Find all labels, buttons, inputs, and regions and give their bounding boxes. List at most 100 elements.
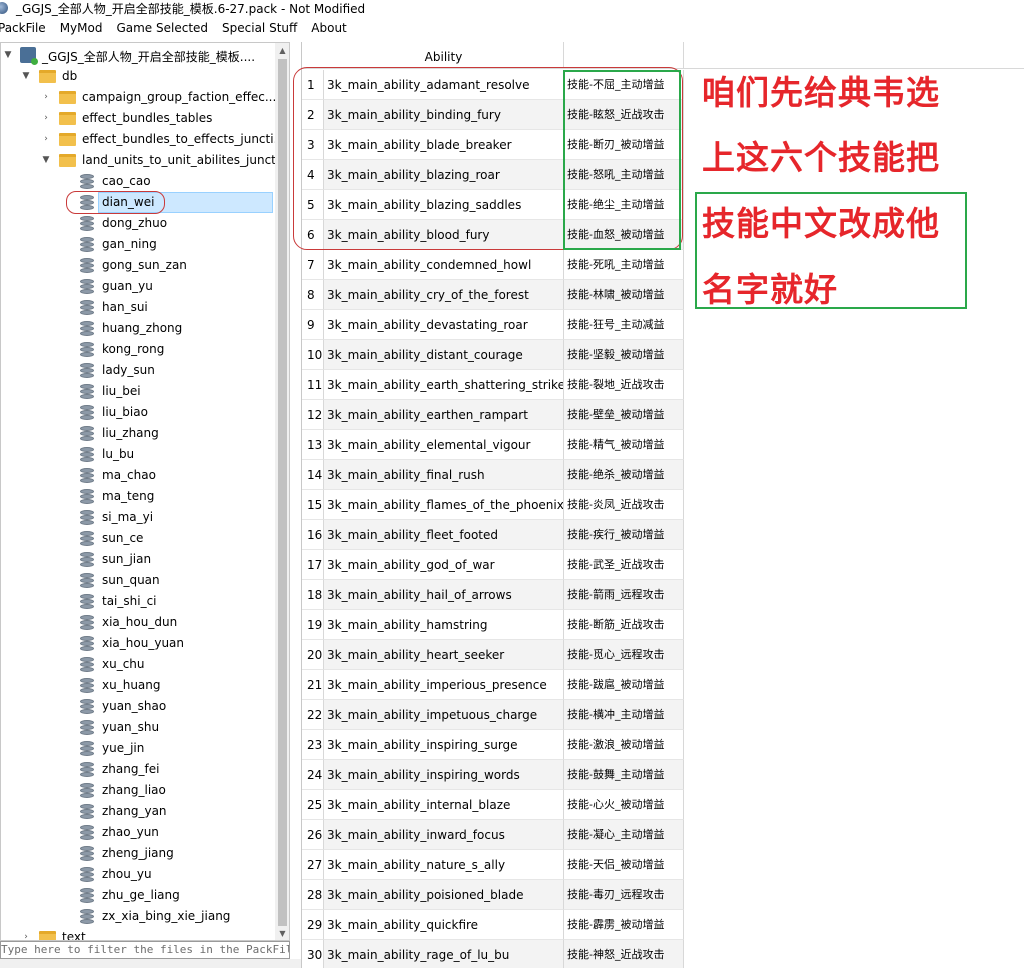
table-row[interactable]: 10 3k_main_ability_distant_courage 技能-坚毅_被… [302, 340, 1024, 370]
tree-table-item[interactable]: zhang_fei [1, 759, 275, 780]
cell-chinese-name[interactable]: 技能-绝尘_主动增益 [564, 190, 684, 220]
cell-chinese-name[interactable]: 技能-天侣_被动增益 [564, 850, 684, 880]
cell-ability[interactable]: 3k_main_ability_poisioned_blade [324, 880, 564, 910]
cell-ability[interactable]: 3k_main_ability_hamstring [324, 610, 564, 640]
tree-table-item[interactable]: xia_hou_yuan [1, 633, 275, 654]
cell-ability[interactable]: 3k_main_ability_distant_courage [324, 340, 564, 370]
tree-folder-db[interactable]: ▼ db [1, 66, 275, 87]
tree-table-item[interactable]: zhang_yan [1, 801, 275, 822]
chevron-right-icon[interactable]: › [41, 113, 51, 123]
tree-table-item[interactable]: ma_teng [1, 486, 275, 507]
tree-table-item[interactable]: dong_zhuo [1, 213, 275, 234]
table-row[interactable]: 11 3k_main_ability_earth_shattering_strik… [302, 370, 1024, 400]
cell-ability[interactable]: 3k_main_ability_inspiring_surge [324, 730, 564, 760]
tree-table-item[interactable]: gan_ning [1, 234, 275, 255]
tree-table-item[interactable]: huang_zhong [1, 318, 275, 339]
tree-table-item[interactable]: zheng_jiang [1, 843, 275, 864]
cell-chinese-name[interactable]: 技能-炎凤_近战攻击 [564, 490, 684, 520]
table-row[interactable]: 17 3k_main_ability_god_of_war 技能-武圣_近战攻击 [302, 550, 1024, 580]
tree-table-item[interactable]: yue_jin [1, 738, 275, 759]
table-row[interactable]: 20 3k_main_ability_heart_seeker 技能-觅心_远程攻击 [302, 640, 1024, 670]
cell-chinese-name[interactable]: 技能-毒刃_远程攻击 [564, 880, 684, 910]
chevron-right-icon[interactable]: › [41, 92, 51, 102]
tree-folder[interactable]: › campaign_group_faction_effec... [1, 87, 275, 108]
cell-ability[interactable]: 3k_main_ability_impetuous_charge [324, 700, 564, 730]
tree-table-item[interactable]: tai_shi_ci [1, 591, 275, 612]
cell-ability[interactable]: 3k_main_ability_condemned_howl [324, 250, 564, 280]
cell-ability[interactable]: 3k_main_ability_hail_of_arrows [324, 580, 564, 610]
cell-ability[interactable]: 3k_main_ability_earthen_rampart [324, 400, 564, 430]
cell-ability[interactable]: 3k_main_ability_quickfire [324, 910, 564, 940]
tree-table-item[interactable]: liu_bei [1, 381, 275, 402]
table-row[interactable]: 7 3k_main_ability_condemned_howl 技能-死吼_主动增… [302, 250, 1024, 280]
cell-ability[interactable]: 3k_main_ability_nature_s_ally [324, 850, 564, 880]
chevron-down-icon[interactable]: ▼ [3, 50, 13, 60]
cell-ability[interactable]: 3k_main_ability_final_rush [324, 460, 564, 490]
cell-chinese-name[interactable]: 技能-死吼_主动增益 [564, 250, 684, 280]
tree-table-item[interactable]: si_ma_yi [1, 507, 275, 528]
cell-chinese-name[interactable]: 技能-凝心_主动增益 [564, 820, 684, 850]
scroll-up-icon[interactable]: ▲ [275, 43, 289, 59]
tree-table-item[interactable]: dian_wei [1, 192, 275, 213]
cell-chinese-name[interactable]: 技能-眩怒_近战攻击 [564, 100, 684, 130]
cell-chinese-name[interactable]: 技能-鼓舞_主动增益 [564, 760, 684, 790]
table-row[interactable]: 30 3k_main_ability_rage_of_lu_bu 技能-神怒_近战攻… [302, 940, 1024, 968]
menu-game-selected[interactable]: Game Selected [116, 21, 208, 35]
table-row[interactable]: 25 3k_main_ability_internal_blaze 技能-心火_被动… [302, 790, 1024, 820]
menu-about[interactable]: About [311, 21, 346, 35]
tree-table-item[interactable]: zhu_ge_liang [1, 885, 275, 906]
cell-chinese-name[interactable]: 技能-林啸_被动增益 [564, 280, 684, 310]
cell-chinese-name[interactable]: 技能-箭雨_远程攻击 [564, 580, 684, 610]
table-row[interactable]: 21 3k_main_ability_imperious_presence 技能-跋… [302, 670, 1024, 700]
table-row[interactable]: 27 3k_main_ability_nature_s_ally 技能-天侣_被动增… [302, 850, 1024, 880]
tree-folder[interactable]: › effect_bundles_tables [1, 108, 275, 129]
tree-table-item[interactable]: sun_jian [1, 549, 275, 570]
tree-table-item[interactable]: gong_sun_zan [1, 255, 275, 276]
table-row[interactable]: 13 3k_main_ability_elemental_vigour 技能-精气_… [302, 430, 1024, 460]
tree-table-item[interactable]: xu_chu [1, 654, 275, 675]
scroll-down-icon[interactable]: ▼ [275, 926, 289, 940]
cell-ability[interactable]: 3k_main_ability_adamant_resolve [324, 70, 564, 100]
tree-table-item[interactable]: zx_xia_bing_xie_jiang [1, 906, 275, 927]
cell-ability[interactable]: 3k_main_ability_fleet_footed [324, 520, 564, 550]
tree-scrollbar[interactable]: ▲ ▼ [275, 43, 289, 940]
cell-chinese-name[interactable]: 技能-断筋_近战攻击 [564, 610, 684, 640]
cell-chinese-name[interactable]: 技能-断刃_被动增益 [564, 130, 684, 160]
cell-chinese-name[interactable]: 技能-武圣_近战攻击 [564, 550, 684, 580]
cell-ability[interactable]: 3k_main_ability_binding_fury [324, 100, 564, 130]
cell-chinese-name[interactable]: 技能-横冲_主动增益 [564, 700, 684, 730]
cell-chinese-name[interactable]: 技能-不屈_主动增益 [564, 70, 684, 100]
cell-chinese-name[interactable]: 技能-疾行_被动增益 [564, 520, 684, 550]
tree-table-item[interactable]: xu_huang [1, 675, 275, 696]
tree-table-item[interactable]: kong_rong [1, 339, 275, 360]
column-header-ability[interactable]: Ability [324, 42, 564, 69]
cell-ability[interactable]: 3k_main_ability_imperious_presence [324, 670, 564, 700]
chevron-right-icon[interactable]: › [21, 932, 31, 940]
tree-table-item[interactable]: ma_chao [1, 465, 275, 486]
cell-chinese-name[interactable]: 技能-跋扈_被动增益 [564, 670, 684, 700]
cell-ability[interactable]: 3k_main_ability_flames_of_the_phoenix [324, 490, 564, 520]
tree-table-item[interactable]: han_sui [1, 297, 275, 318]
table-row[interactable]: 9 3k_main_ability_devastating_roar 技能-狂号_主… [302, 310, 1024, 340]
table-row[interactable]: 12 3k_main_ability_earthen_rampart 技能-壁垒_被… [302, 400, 1024, 430]
menu-mymod[interactable]: MyMod [60, 21, 103, 35]
tree-table-item[interactable]: sun_quan [1, 570, 275, 591]
tree-table-item[interactable]: zhao_yun [1, 822, 275, 843]
scroll-thumb[interactable] [278, 59, 287, 926]
tree-table-item[interactable]: liu_biao [1, 402, 275, 423]
table-row[interactable]: 18 3k_main_ability_hail_of_arrows 技能-箭雨_远程… [302, 580, 1024, 610]
tree-table-item[interactable]: guan_yu [1, 276, 275, 297]
cell-chinese-name[interactable]: 技能-绝杀_被动增益 [564, 460, 684, 490]
tree-folder-text[interactable]: › text [1, 927, 275, 940]
table-row[interactable]: 29 3k_main_ability_quickfire 技能-霹雳_被动增益 [302, 910, 1024, 940]
cell-ability[interactable]: 3k_main_ability_blazing_saddles [324, 190, 564, 220]
tree-table-item[interactable]: liu_zhang [1, 423, 275, 444]
table-row[interactable]: 24 3k_main_ability_inspiring_words 技能-鼓舞_主… [302, 760, 1024, 790]
cell-chinese-name[interactable]: 技能-霹雳_被动增益 [564, 910, 684, 940]
cell-ability[interactable]: 3k_main_ability_inspiring_words [324, 760, 564, 790]
table-row[interactable]: 26 3k_main_ability_inward_focus 技能-凝心_主动增益 [302, 820, 1024, 850]
cell-ability[interactable]: 3k_main_ability_blazing_roar [324, 160, 564, 190]
table-row[interactable]: 22 3k_main_ability_impetuous_charge 技能-横冲_… [302, 700, 1024, 730]
column-header-name[interactable] [564, 42, 684, 69]
cell-ability[interactable]: 3k_main_ability_internal_blaze [324, 790, 564, 820]
